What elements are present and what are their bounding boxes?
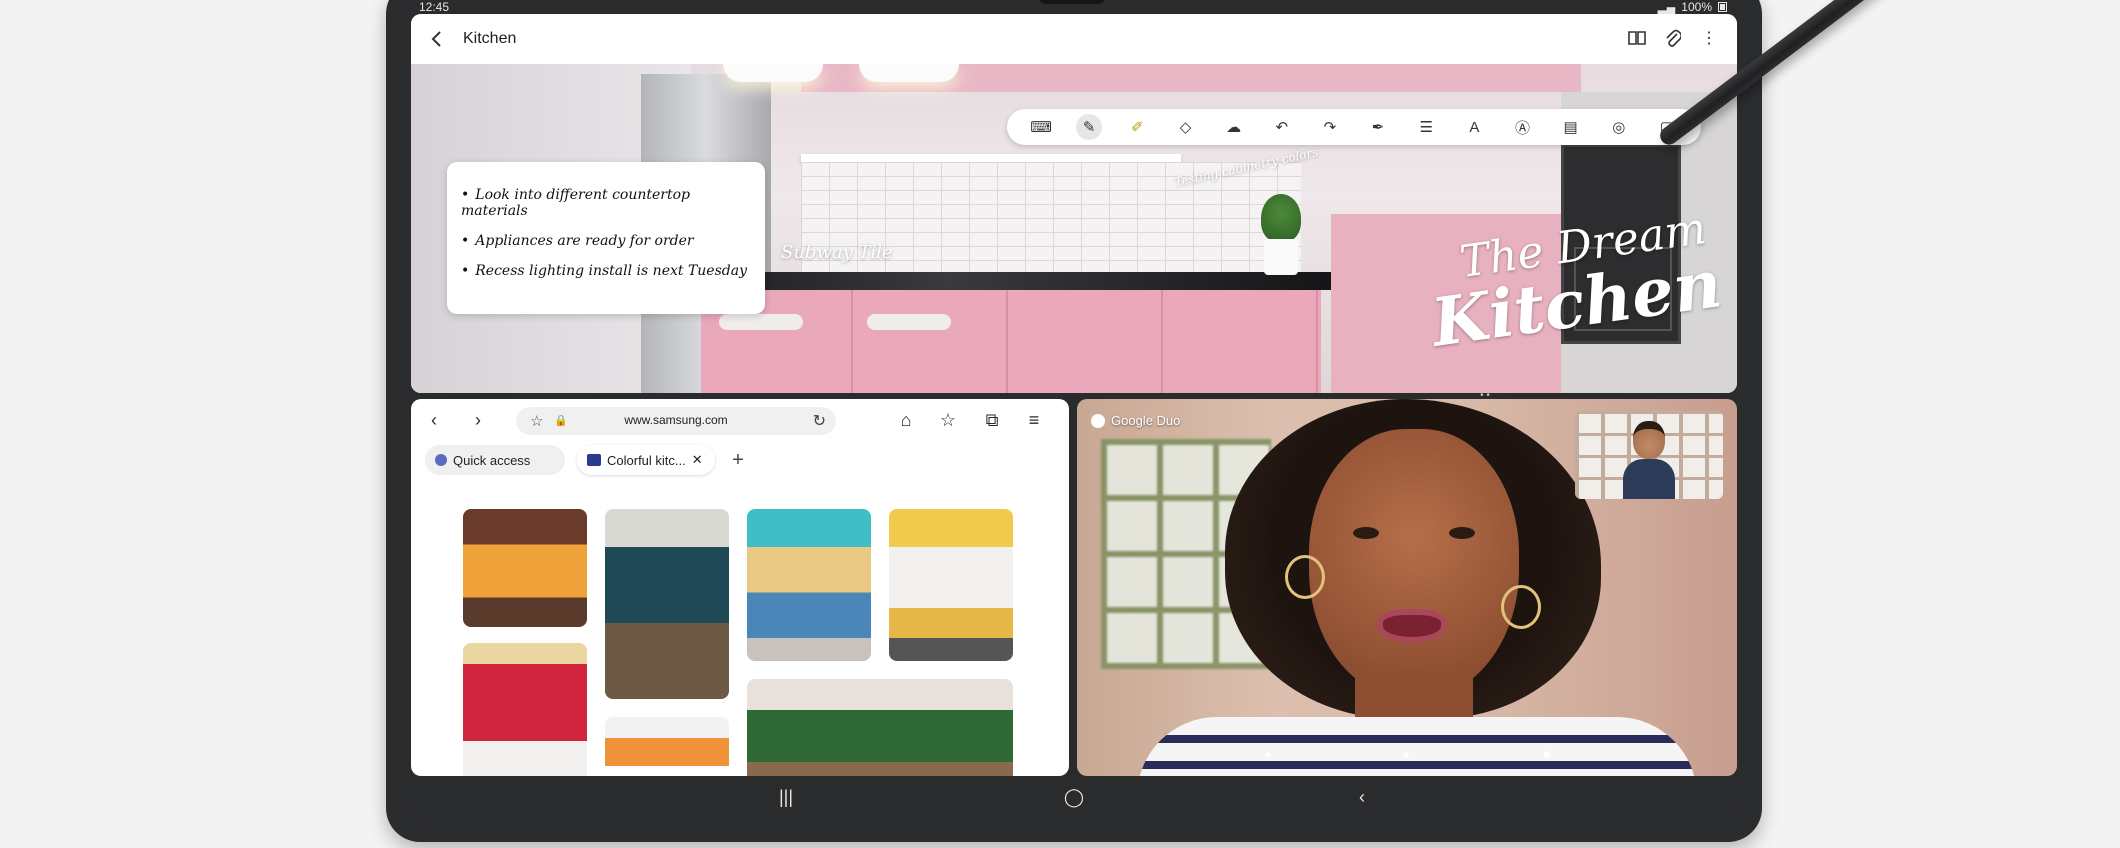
back-icon[interactable]: ‹ bbox=[423, 409, 445, 431]
notes-header: Kitchen ⋮ bbox=[411, 14, 1737, 64]
checklist-card: Look into different countertop materials… bbox=[447, 162, 765, 314]
caller-earring bbox=[1501, 585, 1541, 629]
tab-quick-access[interactable]: Quick access bbox=[425, 445, 565, 475]
handwritten-subway-tile: Subway Tile bbox=[781, 242, 893, 263]
home-icon[interactable]: ⌂ bbox=[895, 409, 917, 431]
menu-icon[interactable]: ≡ bbox=[1023, 409, 1045, 431]
battery-percentage: 100% bbox=[1681, 0, 1712, 14]
reload-icon[interactable]: ↻ bbox=[813, 411, 826, 431]
front-camera-notch bbox=[1038, 0, 1106, 4]
eraser-icon[interactable]: ◇ bbox=[1172, 114, 1198, 140]
browser-pane: ‹ › ☆ 🔒 www.samsung.com ↻ ⌂ ☆ ⧉ ≡ Quick … bbox=[411, 399, 1069, 776]
caller-eye bbox=[1449, 527, 1475, 539]
back-button-icon[interactable]: ‹ bbox=[1351, 786, 1373, 808]
note-title: Kitchen bbox=[463, 30, 517, 47]
notes-app-pane: Kitchen ⋮ • Look into different countert… bbox=[411, 14, 1737, 393]
system-navigation-bar: ||| ◯ ‹ bbox=[411, 776, 1737, 818]
nav-recent-icon[interactable]: ■ bbox=[1543, 747, 1550, 761]
tab-colorful-kitchens[interactable]: Colorful kitc... ✕ bbox=[577, 445, 715, 475]
google-duo-icon bbox=[1091, 413, 1105, 428]
new-tab-button[interactable]: + bbox=[725, 447, 751, 473]
pip-head bbox=[1633, 421, 1665, 459]
pen-toolbar: ⌨ ✎ ✐ ◇ ☁ ↶ ↷ ✒ ☰ A Ⓐ ▤ ◎ ▢ bbox=[1007, 109, 1701, 145]
attachment-icon[interactable] bbox=[1663, 28, 1683, 48]
quick-access-icon bbox=[435, 454, 447, 466]
battery-icon bbox=[1718, 2, 1727, 12]
photo-island-panels bbox=[701, 290, 1321, 393]
browser-tab-row: Quick access Colorful kitc... ✕ + bbox=[411, 445, 1069, 479]
checklist-item: Look into different countertop materials bbox=[461, 187, 751, 219]
recent-apps-icon[interactable]: ||| bbox=[775, 786, 797, 808]
tabs-icon[interactable]: ⧉ bbox=[981, 409, 1003, 431]
address-bar[interactable]: ☆ 🔒 www.samsung.com ↻ bbox=[516, 407, 836, 435]
pip-person bbox=[1623, 421, 1675, 499]
tablet-screen: 12:45 ▂▄ 100% Kitchen ⋮ • Look into diff… bbox=[411, 0, 1737, 818]
keyboard-icon[interactable]: ⌨ bbox=[1028, 114, 1054, 140]
checklist-item: Appliances are ready for order bbox=[461, 233, 751, 249]
self-view-pip[interactable] bbox=[1575, 411, 1723, 499]
kitchen-thumbnail[interactable] bbox=[463, 509, 587, 627]
tab-label: Quick access bbox=[453, 452, 531, 468]
photo-stool bbox=[867, 314, 951, 330]
text-style-icon[interactable]: A bbox=[1461, 114, 1487, 140]
insert-icon[interactable]: ▤ bbox=[1558, 114, 1584, 140]
kitchen-thumbnail[interactable] bbox=[463, 643, 587, 776]
video-overlay-nav: ◂ ● ■ bbox=[1197, 739, 1617, 769]
caller-face bbox=[1309, 429, 1519, 699]
shapes-icon[interactable]: ◎ bbox=[1606, 114, 1632, 140]
undo-icon[interactable]: ↶ bbox=[1269, 114, 1295, 140]
photo-stool bbox=[719, 314, 803, 330]
align-icon[interactable]: ☰ bbox=[1413, 114, 1439, 140]
checklist-item: Recess lighting install is next Tuesday bbox=[461, 263, 751, 279]
caller-mouth bbox=[1377, 609, 1447, 643]
home-button-icon[interactable]: ◯ bbox=[1063, 786, 1085, 808]
app-label-text: Google Duo bbox=[1111, 413, 1181, 428]
video-call-pane: Google Duo ◂ ● ■ bbox=[1077, 399, 1737, 776]
bookmark-star-icon[interactable]: ☆ bbox=[937, 409, 959, 431]
handwriting-icon[interactable]: Ⓐ bbox=[1509, 114, 1535, 140]
kitchen-thumbnail[interactable] bbox=[605, 509, 729, 699]
caller-earring bbox=[1285, 555, 1325, 599]
photo-pendant-light bbox=[859, 64, 959, 82]
clock: 12:45 bbox=[419, 0, 450, 14]
status-icons: ▂▄ 100% bbox=[1658, 0, 1727, 14]
kitchen-thumbnail[interactable] bbox=[747, 679, 1013, 776]
photo-plant bbox=[1261, 194, 1301, 242]
book-view-icon[interactable] bbox=[1627, 28, 1647, 48]
kitchen-thumbnail[interactable] bbox=[747, 509, 871, 661]
pip-body bbox=[1623, 459, 1675, 499]
pen-settings-icon[interactable]: ✒ bbox=[1365, 114, 1391, 140]
forward-icon[interactable]: › bbox=[467, 409, 489, 431]
photo-pot bbox=[1264, 239, 1298, 275]
photo-shelf bbox=[801, 154, 1181, 162]
app-label: Google Duo bbox=[1091, 413, 1180, 428]
signal-icon: ▂▄ bbox=[1657, 0, 1676, 14]
pen-icon[interactable]: ✎ bbox=[1076, 114, 1103, 140]
kitchen-thumbnail[interactable] bbox=[605, 717, 729, 776]
lasso-icon[interactable]: ☁ bbox=[1221, 114, 1247, 140]
nav-home-icon[interactable]: ● bbox=[1403, 747, 1410, 761]
highlighter-icon[interactable]: ✐ bbox=[1124, 114, 1150, 140]
nav-back-icon[interactable]: ◂ bbox=[1264, 747, 1270, 761]
notes-header-actions: ⋮ bbox=[1627, 28, 1719, 48]
photo-pendant-light bbox=[723, 64, 823, 82]
back-arrow-icon[interactable] bbox=[427, 29, 447, 49]
kitchen-thumbnail[interactable] bbox=[889, 509, 1013, 661]
url-text: www.samsung.com bbox=[624, 413, 728, 427]
caller-eye bbox=[1353, 527, 1379, 539]
browser-toolbar: ‹ › ☆ 🔒 www.samsung.com ↻ ⌂ ☆ ⧉ ≡ bbox=[411, 399, 1069, 441]
redo-icon[interactable]: ↷ bbox=[1317, 114, 1343, 140]
photo-countertop bbox=[691, 272, 1331, 290]
tab-label: Colorful kitc... bbox=[607, 452, 686, 468]
more-options-icon[interactable]: ⋮ bbox=[1699, 28, 1719, 48]
close-tab-icon[interactable]: ✕ bbox=[692, 452, 703, 468]
samsung-favicon-icon bbox=[587, 454, 601, 466]
